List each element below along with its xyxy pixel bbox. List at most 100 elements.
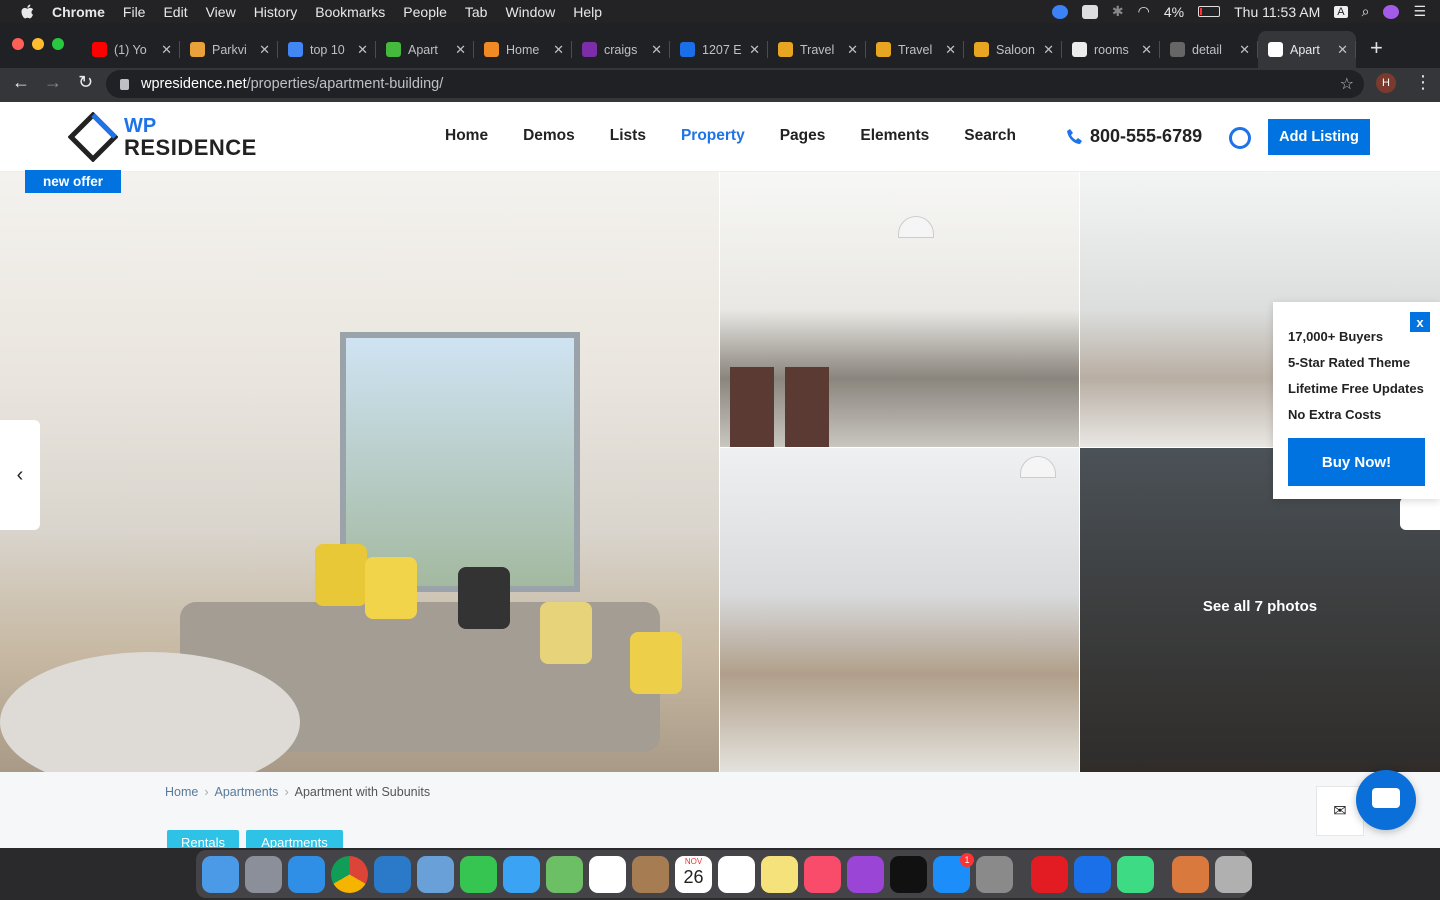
browser-tab[interactable]: Travel ✕: [768, 31, 866, 68]
dock-facetime-icon[interactable]: [460, 855, 497, 893]
dock-maps-icon[interactable]: [546, 855, 583, 893]
spotlight-icon[interactable]: ⌕: [1362, 3, 1370, 20]
nav-home[interactable]: Home: [445, 127, 488, 145]
breadcrumb-home[interactable]: Home: [165, 785, 198, 799]
nav-elements[interactable]: Elements: [860, 127, 929, 145]
header-phone[interactable]: 800-555-6789: [1066, 126, 1202, 147]
add-listing-button[interactable]: Add Listing: [1268, 119, 1370, 155]
menu-edit[interactable]: Edit: [163, 4, 187, 20]
breadcrumb-apartments[interactable]: Apartments: [215, 785, 279, 799]
wifi-icon[interactable]: ◠: [1138, 3, 1150, 20]
dock-messages-icon[interactable]: [503, 855, 540, 893]
gallery-prev-button[interactable]: ‹: [0, 420, 40, 530]
dock-music-icon[interactable]: [804, 855, 841, 893]
address-bar[interactable]: wpresidence.net/properties/apartment-bui…: [106, 70, 1364, 98]
site-logo[interactable]: WP RESIDENCE: [68, 112, 257, 162]
input-source-icon[interactable]: A: [1334, 5, 1348, 18]
browser-tab[interactable]: Travel ✕: [866, 31, 964, 68]
browser-tab[interactable]: Apart ✕: [376, 31, 474, 68]
lock-icon[interactable]: [120, 78, 129, 90]
browser-tab[interactable]: top 10 ✕: [278, 31, 376, 68]
reload-icon[interactable]: ↻: [78, 72, 93, 93]
dock-app-store-icon[interactable]: 1: [933, 852, 974, 893]
battery-icon[interactable]: [1198, 6, 1221, 17]
nav-pages[interactable]: Pages: [780, 127, 826, 145]
browser-tab[interactable]: Parkvi ✕: [180, 31, 278, 68]
browser-tab[interactable]: rooms ✕: [1062, 31, 1160, 68]
dock-reminders-icon[interactable]: [718, 855, 755, 893]
dock-finder-icon[interactable]: [202, 855, 239, 893]
close-window-button[interactable]: [12, 38, 24, 50]
dock-notes-icon[interactable]: [761, 855, 798, 893]
gallery-main-photo[interactable]: [0, 172, 719, 772]
clock[interactable]: Thu 11:53 AM: [1234, 4, 1320, 20]
browser-tab[interactable]: Apart ✕: [1258, 31, 1356, 68]
dock-tv-icon[interactable]: [890, 855, 927, 893]
dock-podcasts-icon[interactable]: [847, 855, 884, 893]
menu-app-name[interactable]: Chrome: [52, 4, 105, 20]
tab-close-icon[interactable]: ✕: [651, 42, 662, 58]
gallery-dining-photo-2[interactable]: [720, 448, 1079, 772]
menu-help[interactable]: Help: [573, 4, 602, 20]
tab-close-icon[interactable]: ✕: [553, 42, 564, 58]
nav-search[interactable]: Search: [964, 127, 1016, 145]
forward-icon[interactable]: →: [44, 72, 62, 93]
dock-contacts-icon[interactable]: [632, 855, 669, 893]
chat-bubble-button[interactable]: [1356, 770, 1416, 830]
notification-center-icon[interactable]: ☰: [1413, 3, 1426, 20]
menu-tab[interactable]: Tab: [465, 4, 488, 20]
nav-demos[interactable]: Demos: [523, 127, 575, 145]
nav-property[interactable]: Property: [681, 127, 745, 145]
dock-android-studio-icon[interactable]: [1117, 855, 1154, 893]
siri-icon[interactable]: [1383, 4, 1400, 19]
profile-avatar[interactable]: H: [1376, 73, 1396, 93]
tab-close-icon[interactable]: ✕: [1239, 42, 1250, 58]
dock-chrome-icon[interactable]: [331, 855, 368, 893]
dock-launchpad-icon[interactable]: [245, 855, 282, 893]
gallery-next-button[interactable]: [1400, 497, 1440, 530]
category-rentals[interactable]: Rentals: [167, 830, 239, 848]
dock-archive-icon[interactable]: [1172, 855, 1209, 893]
menu-bookmarks[interactable]: Bookmarks: [315, 4, 385, 20]
nav-lists[interactable]: Lists: [610, 127, 646, 145]
tab-close-icon[interactable]: ✕: [1141, 42, 1152, 58]
tab-close-icon[interactable]: ✕: [357, 42, 368, 58]
menu-history[interactable]: History: [254, 4, 298, 20]
dock-photos-icon[interactable]: [589, 855, 626, 893]
teamviewer-status-icon[interactable]: [1051, 4, 1068, 19]
dock-anydesk-icon[interactable]: [1031, 855, 1068, 893]
category-apartments[interactable]: Apartments: [246, 830, 343, 848]
tab-close-icon[interactable]: ✕: [847, 42, 858, 58]
tab-close-icon[interactable]: ✕: [1337, 42, 1348, 58]
browser-tab[interactable]: Home ✕: [474, 31, 572, 68]
zoom-window-button[interactable]: [52, 38, 64, 50]
tab-close-icon[interactable]: ✕: [1043, 42, 1054, 58]
apple-icon[interactable]: [20, 4, 34, 20]
buy-now-button[interactable]: Buy Now!: [1288, 438, 1425, 486]
back-icon[interactable]: ←: [12, 72, 30, 93]
tab-close-icon[interactable]: ✕: [945, 42, 956, 58]
dock-vscode-icon[interactable]: [374, 855, 411, 893]
bluetooth-icon[interactable]: ✱: [1112, 3, 1124, 20]
notification-status-icon[interactable]: [1081, 4, 1098, 19]
browser-tab[interactable]: 1207 E ✕: [670, 31, 768, 68]
browser-menu-icon[interactable]: ⋮: [1414, 72, 1432, 93]
tab-close-icon[interactable]: ✕: [455, 42, 466, 58]
gallery-kitchen-photo[interactable]: [720, 172, 1079, 447]
menu-people[interactable]: People: [403, 4, 447, 20]
bookmark-star-icon[interactable]: ☆: [1340, 74, 1354, 94]
menu-file[interactable]: File: [123, 4, 146, 20]
dock-calendar-icon[interactable]: NOV 26: [675, 855, 712, 893]
tab-close-icon[interactable]: ✕: [161, 42, 172, 58]
dock-teamviewer-icon[interactable]: [1074, 855, 1111, 893]
dock-safari-icon[interactable]: [288, 855, 325, 893]
user-account-icon[interactable]: [1229, 127, 1251, 149]
dock-system-preferences-icon[interactable]: [976, 855, 1013, 893]
menu-window[interactable]: Window: [505, 4, 555, 20]
see-all-photos-link[interactable]: See all 7 photos: [1080, 598, 1440, 615]
dock-trash-icon[interactable]: [1215, 855, 1252, 893]
menu-view[interactable]: View: [206, 4, 236, 20]
browser-tab[interactable]: detail ✕: [1160, 31, 1258, 68]
tab-close-icon[interactable]: ✕: [259, 42, 270, 58]
browser-tab[interactable]: Saloon ✕: [964, 31, 1062, 68]
